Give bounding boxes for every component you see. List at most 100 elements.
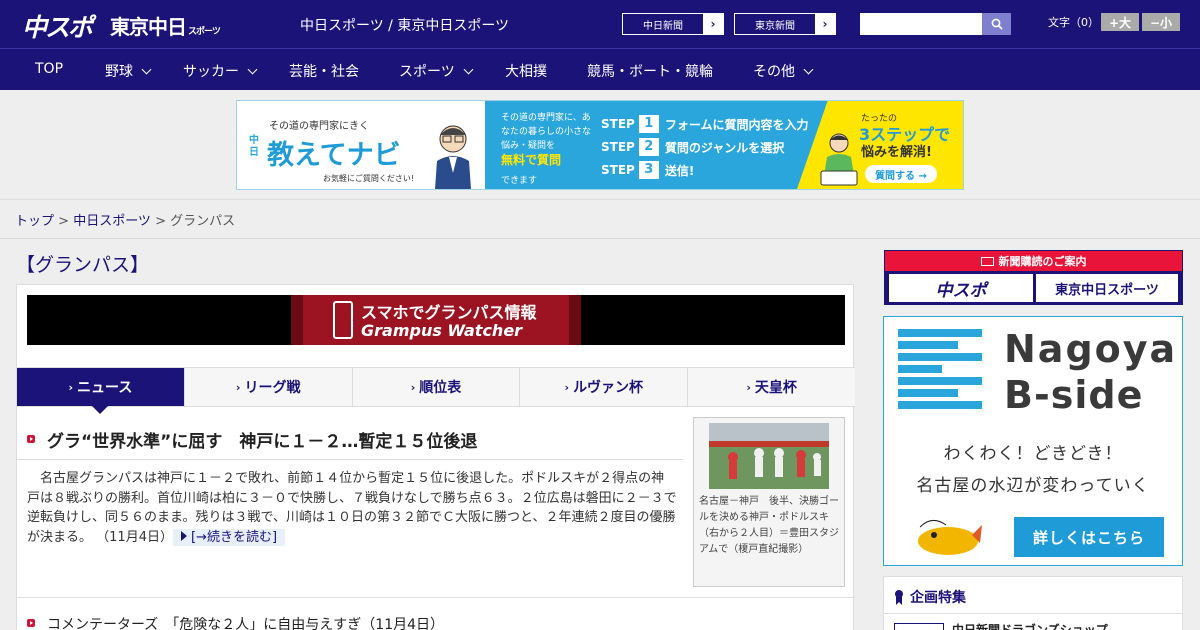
ad-small-text: その道の専門家にきく [269, 121, 369, 132]
lead-article-date: （11月4日） [96, 529, 173, 545]
tokyo-shimbun-label: 東京新聞 [755, 20, 795, 32]
tab-emperors-cup[interactable]: › 天皇杯 [688, 368, 855, 406]
nagoya-bside-title-1: Nagoya [1004, 327, 1178, 371]
tab-label: ルヴァン杯 [573, 380, 644, 396]
subscription-header[interactable]: 新聞購読のご案内 [885, 251, 1182, 271]
brick-wall-icon [898, 329, 982, 413]
match-photo[interactable] [709, 423, 829, 489]
nav-label: 大相撲 [505, 64, 547, 80]
divider [0, 238, 1200, 239]
oshiete-navi-ad-banner[interactable]: その道の専門家にきく 中日 教えてナビ お気軽にご質問ください! その道の専門家… [236, 100, 964, 190]
read-more-label: [→続きを読む] [190, 529, 278, 545]
tab-label: ニュース [77, 380, 133, 396]
tab-news[interactable]: › ニュース [17, 368, 185, 414]
tab-label: 順位表 [419, 380, 462, 396]
chevron-right-icon: › [703, 14, 723, 34]
search-input[interactable] [860, 13, 982, 35]
feature-item-link[interactable]: 中日新聞ドラゴンズショップ [952, 621, 1108, 630]
tab-league[interactable]: › リーグ戦 [185, 368, 353, 406]
site-title[interactable]: 中日スポーツ / 東京中日スポーツ [300, 15, 509, 35]
tokyo-chunichi-logo[interactable]: 東京中日 スポーツ [110, 11, 221, 40]
nav-item-racing[interactable]: 競馬・ボート・競輪 [587, 61, 713, 81]
photo-caption: 名古屋－神戸 後半、決勝ゴールを決める神戸・ポドルスキ（右から２人目）＝豊田スタ… [699, 496, 839, 555]
ad-step-label: STEP [601, 117, 635, 131]
chevron-right-icon: › [564, 380, 570, 394]
subscription-box: 新聞購読のご案内 中スポ 東京中日スポーツ [884, 250, 1183, 305]
nav-label: その他 [753, 64, 795, 80]
ad-description: その道の専門家に、あなたの暮らしの小さな悩み・疑問を [501, 113, 592, 151]
ad-brand: 中日 [249, 135, 259, 158]
subscription-header-label: 新聞購読のご案内 [998, 255, 1087, 268]
chevron-down-icon [803, 64, 814, 74]
font-larger-button[interactable]: +大 [1101, 13, 1139, 31]
nagoya-bside-ad[interactable]: Nagoya B-side わくわく！どきどき！ 名古屋の水辺が変わっていく 詳… [883, 316, 1183, 566]
read-more-link[interactable]: [→続きを読む] [172, 528, 286, 546]
nav-item-sumo[interactable]: 大相撲 [505, 61, 547, 81]
breadcrumb: トップ > 中日スポーツ > グランパス [15, 210, 235, 229]
lead-photo-box: 名古屋－神戸 後半、決勝ゴールを決める神戸・ポドルスキ（右から２人目）＝豊田スタ… [693, 417, 845, 587]
breadcrumb-section-link[interactable]: 中日スポーツ [73, 214, 151, 229]
ad-left-panel: その道の専門家にきく 中日 教えてナビ お気軽にご質問ください! [237, 101, 485, 189]
subscribe-chuspo-link[interactable]: 中スポ [889, 274, 1033, 302]
lead-article-title[interactable]: グラ“世界水準”に屈す 神戸に１－２…暫定１５位後退 [47, 427, 477, 452]
chevron-right-icon: › [235, 380, 241, 394]
ad-step-number: 2 [638, 138, 659, 156]
ad-step-number: 1 [638, 115, 659, 133]
nav-item-other[interactable]: その他 [753, 61, 814, 81]
chunichi-shimbun-label: 中日新聞 [643, 20, 683, 32]
chevron-down-icon [463, 64, 474, 74]
ad-step-2: STEP 2 質問のジャンルを選択 [601, 138, 784, 156]
nav-item-entertainment[interactable]: 芸能・社会 [289, 61, 359, 81]
tokyo-shimbun-link[interactable]: 東京新聞 › [734, 13, 836, 35]
ad-step-text: 質問のジャンルを選択 [664, 140, 785, 155]
feature-thumbnail[interactable] [894, 623, 944, 630]
ad-ask-button[interactable]: 質問する → [865, 165, 937, 183]
grampus-watcher-title: スマホでグランパス情報 [361, 303, 537, 322]
bullet-icon [27, 619, 35, 627]
play-icon [180, 530, 187, 541]
ad-step-1: STEP 1 フォームに質問内容を入力 [601, 115, 808, 133]
chevron-right-icon: › [746, 380, 751, 394]
nav-label: 芸能・社会 [289, 64, 359, 80]
chunichi-shimbun-link[interactable]: 中日新聞 › [622, 13, 724, 35]
breadcrumb-home-link[interactable]: トップ [15, 214, 54, 229]
section-tabs: › ニュース › リーグ戦 › 順位表 › ルヴァン杯 › 天皇杯 [17, 367, 855, 414]
font-size-label: 文字（0） [1048, 16, 1099, 29]
nav-item-baseball[interactable]: 野球 [105, 61, 152, 81]
page-title: 【グランパス】 [16, 254, 150, 276]
tab-standings[interactable]: › 順位表 [353, 368, 521, 406]
tab-label: 天皇杯 [754, 380, 797, 396]
lead-article-body: 名古屋グランパスは神戸に１－２で敗れ、前節１４位から暫定１５位に後退した。ポドル… [27, 469, 677, 547]
nav-label: 野球 [105, 64, 133, 80]
divider [884, 613, 1182, 614]
expert-illustration-icon [435, 125, 471, 189]
divider [17, 459, 683, 460]
tab-levain-cup[interactable]: › ルヴァン杯 [520, 368, 689, 406]
ad-ask-text: お気軽にご質問ください! [323, 174, 415, 183]
ad-step-text: フォームに質問内容を入力 [664, 117, 809, 132]
ad-step-label: STEP [601, 163, 635, 177]
main-nav: TOP 野球 サッカー 芸能・社会 スポーツ 大相撲 競馬・ボート・競輪 その他 [0, 48, 1200, 90]
nav-item-soccer[interactable]: サッカー [183, 61, 258, 81]
chuspo-logo[interactable]: 中スポ [22, 8, 93, 44]
sub-article-link[interactable]: コメンテーターズ 「危険な２人」に自由与えすぎ（11月4日） [47, 614, 444, 630]
features-header: 企画特集 [894, 587, 966, 607]
nav-label: サッカー [183, 64, 239, 80]
fried-shrimp-mascot-icon [918, 520, 982, 555]
newspaper-icon [980, 256, 994, 266]
divider [17, 597, 855, 598]
nagoya-bside-details-button[interactable]: 詳しくはこちら [1014, 517, 1164, 557]
chevron-right-icon: › [815, 14, 835, 34]
font-smaller-button[interactable]: −小 [1142, 13, 1180, 31]
ad-free-text: 無料で質問 [501, 153, 562, 167]
nav-item-sports[interactable]: スポーツ [399, 61, 474, 81]
ad-right-sub: 悩みを解消! [861, 145, 932, 160]
chevron-right-icon: › [410, 380, 416, 394]
search-button[interactable] [982, 13, 1011, 35]
grampus-watcher-banner[interactable]: スマホでグランパス情報 Grampus Watcher [27, 295, 845, 345]
subscribe-tokyo-chunichi-link[interactable]: 東京中日スポーツ [1036, 274, 1178, 302]
tab-label: リーグ戦 [244, 380, 301, 396]
nav-item-top[interactable]: TOP [35, 61, 63, 77]
soccer-match-photo-icon [709, 423, 829, 489]
bullet-icon [27, 435, 35, 443]
